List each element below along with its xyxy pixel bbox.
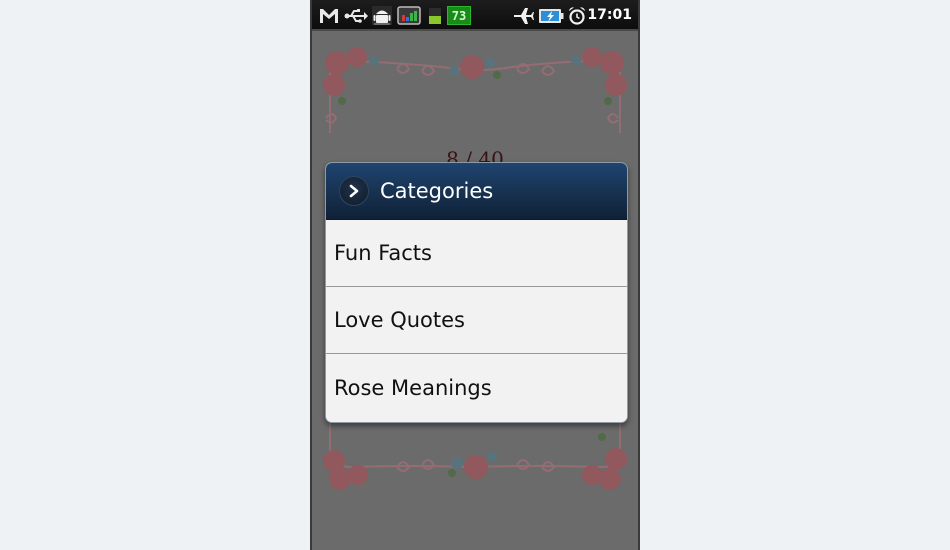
- floral-border-bottom-decoration: [323, 423, 627, 490]
- category-item-rose-meanings[interactable]: Rose Meanings: [326, 354, 627, 422]
- battery-percent-text: 73: [451, 8, 467, 23]
- categories-dialog: Categories Fun Facts Love Quotes Rose Me…: [325, 162, 628, 423]
- category-item-label: Love Quotes: [334, 308, 465, 332]
- alarm-clock-icon: [569, 7, 585, 25]
- battery-charging-icon: [539, 9, 564, 23]
- category-item-label: Fun Facts: [334, 241, 432, 265]
- phone-screen: 73 17:01 8 / 40 Categories Fun Facts Lov…: [310, 0, 640, 550]
- android-debug-icon: [372, 6, 392, 25]
- airplane-mode-icon: [514, 8, 534, 24]
- gmail-icon: [320, 9, 338, 23]
- dialog-title: Categories: [380, 179, 494, 203]
- chevron-right-icon: [339, 176, 369, 206]
- battery-percent-icon: 73: [447, 6, 471, 25]
- category-item-love-quotes[interactable]: Love Quotes: [326, 287, 627, 354]
- status-time: 17:01: [587, 7, 632, 23]
- status-bar: 73 17:01: [312, 0, 638, 31]
- category-item-label: Rose Meanings: [334, 376, 492, 400]
- signal-bar-icon: [429, 8, 441, 24]
- floral-border-top-decoration: [323, 47, 627, 133]
- category-item-fun-facts[interactable]: Fun Facts: [326, 220, 627, 287]
- dialog-header: Categories: [326, 163, 627, 220]
- usb-icon: [344, 9, 368, 23]
- chart-app-icon: [397, 6, 421, 25]
